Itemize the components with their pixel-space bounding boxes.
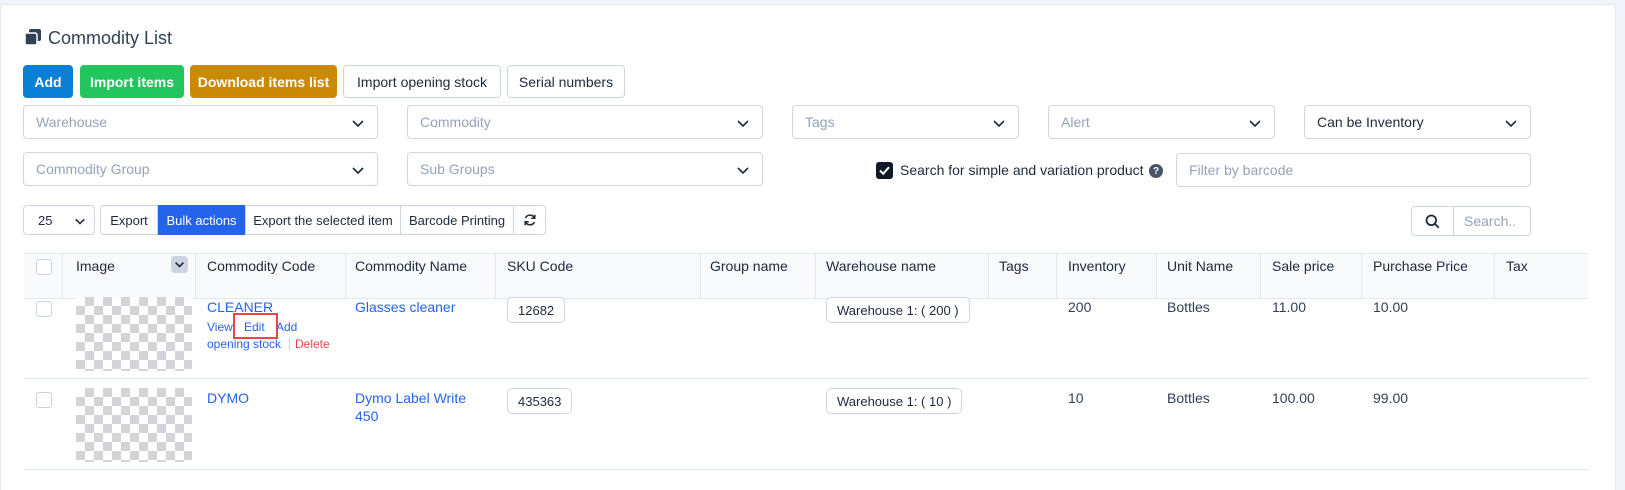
view-link[interactable]: View (207, 320, 233, 334)
commodity-group-select[interactable]: Commodity Group (23, 152, 378, 186)
search-input[interactable]: Search.. (1453, 206, 1531, 236)
chevron-down-icon (737, 167, 749, 175)
serial-numbers-button[interactable]: Serial numbers (507, 65, 625, 98)
column-header-sale-price[interactable]: Sale price (1272, 243, 1334, 289)
download-items-list-button[interactable]: Download items list (190, 65, 337, 98)
chevron-down-icon (175, 261, 184, 268)
bulk-actions-button[interactable]: Bulk actions (158, 205, 245, 235)
chevron-down-icon (352, 120, 364, 128)
sub-groups-label: Sub Groups (420, 161, 495, 177)
edit-link[interactable]: Edit (244, 320, 265, 334)
chevron-down-icon (1249, 120, 1261, 128)
import-opening-stock-button[interactable]: Import opening stock (343, 65, 501, 98)
refresh-button[interactable] (513, 205, 546, 235)
tags-select-label: Tags (805, 114, 835, 130)
page-size-select[interactable]: 25 (23, 205, 95, 235)
product-thumbnail[interactable] (76, 388, 192, 462)
column-header-inventory[interactable]: Inventory (1068, 243, 1126, 289)
search-placeholder: Search.. (1464, 213, 1517, 229)
purchase-price-value: 10.00 (1373, 299, 1409, 315)
warehouse-badge: Warehouse 1: ( 10 ) (826, 388, 963, 414)
row-divider (24, 469, 1588, 470)
warehouse-badge: Warehouse 1: ( 200 ) (826, 297, 970, 323)
column-header-commodity-code[interactable]: Commodity Code (207, 243, 315, 289)
import-items-button[interactable]: Import items (80, 65, 184, 98)
add-opening-stock-link-cont[interactable]: opening stock (207, 337, 281, 351)
can-be-inventory-select[interactable]: Can be Inventory (1304, 105, 1531, 139)
column-header-tax[interactable]: Tax (1506, 243, 1528, 289)
commodity-select[interactable]: Commodity (407, 105, 763, 139)
column-header-commodity-name[interactable]: Commodity Name (355, 243, 467, 289)
search-variation-checkbox[interactable] (876, 162, 893, 179)
export-button[interactable]: Export (100, 205, 158, 235)
sku-badge: 12682 (507, 297, 566, 323)
commodity-select-label: Commodity (420, 114, 491, 130)
column-header-sku-code[interactable]: SKU Code (507, 243, 573, 289)
inventory-value: 200 (1068, 299, 1092, 315)
export-selected-button[interactable]: Export the selected item (245, 205, 401, 235)
chevron-down-icon (75, 218, 85, 225)
alert-select-label: Alert (1061, 114, 1090, 130)
warehouse-select-label: Warehouse (36, 114, 108, 130)
unit-name-value: Bottles (1167, 390, 1210, 406)
row-checkbox[interactable] (36, 301, 52, 317)
column-toggle-button[interactable] (171, 256, 188, 273)
select-all-checkbox[interactable] (36, 259, 52, 275)
column-header-warehouse-name[interactable]: Warehouse name (826, 243, 936, 289)
page-size-value: 25 (38, 212, 53, 228)
column-header-tags[interactable]: Tags (999, 243, 1029, 289)
purchase-price-value: 99.00 (1373, 390, 1409, 406)
sku-badge: 435363 (507, 388, 573, 414)
column-header-group-name[interactable]: Group name (710, 243, 788, 289)
row-checkbox[interactable] (36, 392, 52, 408)
barcode-printing-button[interactable]: Barcode Printing (400, 205, 514, 235)
check-icon (879, 166, 890, 176)
product-thumbnail[interactable] (76, 297, 192, 371)
chevron-down-icon (993, 120, 1005, 128)
barcode-filter-placeholder: Filter by barcode (1189, 162, 1294, 178)
search-button[interactable] (1411, 206, 1454, 236)
column-header-purchase-price[interactable]: Purchase Price (1373, 243, 1468, 289)
commodity-group-label: Commodity Group (36, 161, 150, 177)
add-button[interactable]: Add (23, 65, 73, 98)
help-icon[interactable]: ? (1149, 164, 1163, 178)
warehouse-select[interactable]: Warehouse (23, 105, 378, 139)
search-icon (1425, 214, 1440, 228)
commodity-code-link[interactable]: DYMO (207, 390, 249, 406)
tags-select[interactable]: Tags (792, 105, 1019, 139)
chevron-down-icon (737, 120, 749, 128)
refresh-icon (523, 214, 536, 226)
delete-link[interactable]: Delete (295, 337, 330, 351)
column-header-unit-name[interactable]: Unit Name (1167, 243, 1233, 289)
chevron-down-icon (1505, 120, 1517, 128)
sub-groups-select[interactable]: Sub Groups (407, 152, 763, 186)
commodity-name-link[interactable]: Dymo Label Write (355, 390, 466, 406)
sale-price-value: 11.00 (1272, 299, 1306, 315)
copy-icon (24, 28, 42, 49)
chevron-down-icon (352, 167, 364, 175)
inventory-value: 10 (1068, 390, 1084, 406)
column-header-image[interactable]: Image (76, 243, 115, 289)
barcode-filter-input[interactable]: Filter by barcode (1176, 153, 1531, 187)
page-title: Commodity List (48, 27, 173, 48)
add-opening-stock-link[interactable]: Add (276, 320, 297, 334)
search-variation-label: Search for simple and variation product (900, 162, 1144, 178)
sale-price-value: 100.00 (1272, 390, 1315, 406)
can-be-inventory-label: Can be Inventory (1317, 114, 1424, 130)
row-divider (24, 378, 1588, 379)
page-title-row: Commodity List (24, 24, 172, 52)
unit-name-value: Bottles (1167, 299, 1210, 315)
alert-select[interactable]: Alert (1048, 105, 1275, 139)
commodity-name-link-cont[interactable]: 450 (355, 408, 378, 424)
commodity-name-link[interactable]: Glasses cleaner (355, 299, 455, 315)
